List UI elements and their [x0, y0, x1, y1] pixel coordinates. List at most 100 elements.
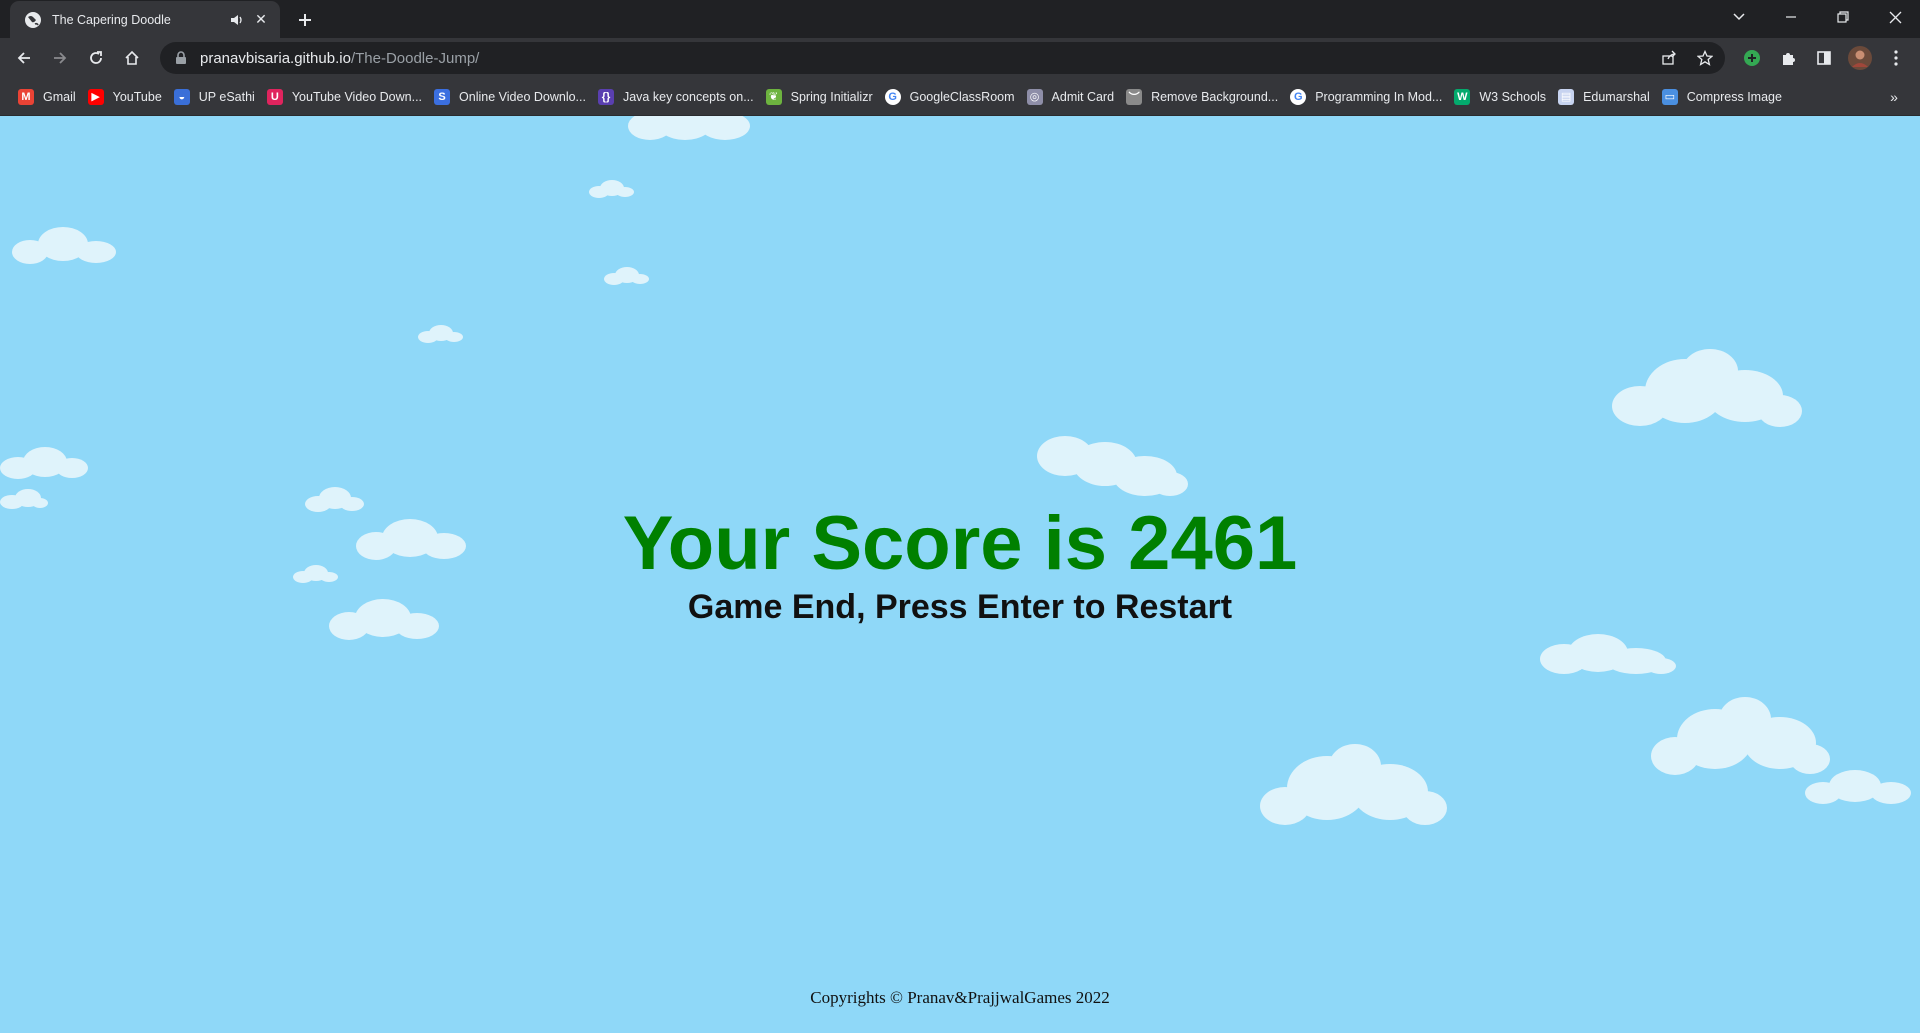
cloud-image: [12, 227, 116, 264]
bookmark-label: Spring Initializr: [790, 89, 873, 104]
restore-button[interactable]: [1818, 0, 1868, 34]
speaker-icon[interactable]: [228, 11, 246, 29]
bookmark-item[interactable]: ◒ UP eSathi: [170, 83, 263, 111]
cloud-image: [628, 116, 750, 140]
side-panel-button[interactable]: [1810, 44, 1838, 72]
bookmark-item[interactable]: W W3 Schools: [1450, 83, 1554, 111]
reload-button[interactable]: [82, 44, 110, 72]
bookmark-label: Programming In Mod...: [1315, 89, 1443, 104]
browser-toolbar: pranavbisaria.github.io/The-Doodle-Jump/: [0, 38, 1920, 78]
google-icon: G: [1290, 88, 1307, 105]
share-icon[interactable]: [1659, 48, 1679, 68]
green-plus-icon: [1744, 50, 1760, 66]
url-path: /The-Doodle-Jump/: [350, 49, 480, 67]
w3schools-icon: W: [1454, 88, 1471, 105]
remove-bg-icon: ︶: [1126, 88, 1143, 105]
bookmark-label: Edumarshal: [1583, 89, 1650, 104]
bookmark-label: YouTube Video Down...: [291, 89, 423, 104]
side-panel-icon: [1817, 51, 1831, 65]
active-tab[interactable]: The Capering Doodle ✕: [10, 1, 280, 38]
home-icon: [125, 50, 139, 65]
new-tab-button[interactable]: [292, 8, 318, 32]
bookmark-label: Remove Background...: [1151, 89, 1279, 104]
tab-search-button[interactable]: [1714, 0, 1764, 34]
cloud-image: [1037, 436, 1188, 496]
gmail-icon: M: [18, 88, 34, 105]
spring-icon: ❦: [765, 88, 782, 105]
address-bar[interactable]: pranavbisaria.github.io/The-Doodle-Jump/: [160, 42, 1725, 74]
bookmark-label: Compress Image: [1686, 89, 1782, 104]
download-icon: U: [266, 88, 283, 105]
bookmark-item[interactable]: {} Java key concepts on...: [594, 83, 762, 111]
score-heading: Your Score is 2461: [622, 501, 1298, 586]
forward-arrow-icon: [54, 52, 67, 64]
globe-icon: [25, 11, 41, 28]
chevron-down-icon: [1733, 13, 1745, 21]
minimize-button[interactable]: [1766, 0, 1816, 34]
lock-icon[interactable]: [174, 51, 188, 65]
url-text[interactable]: pranavbisaria.github.io/The-Doodle-Jump/: [200, 50, 479, 67]
reload-icon: [90, 51, 102, 64]
cloud-image: [1260, 744, 1447, 825]
bookmark-item[interactable]: ▭ Compress Image: [1658, 83, 1790, 111]
bookmark-item[interactable]: M Gmail: [14, 83, 84, 111]
s-icon: S: [434, 88, 451, 105]
close-window-button[interactable]: [1870, 0, 1920, 34]
cloud-image: [589, 180, 634, 198]
bookmark-label: Gmail: [43, 89, 76, 104]
avatar-icon: [1848, 46, 1872, 70]
cloud-image: [1540, 634, 1676, 674]
cloud-image: [0, 447, 88, 479]
plus-icon: [299, 14, 311, 26]
bookmarks-bar: M Gmail ▶ YouTube ◒ UP eSathi U YouTube Video D…: [0, 78, 1920, 116]
back-arrow-icon: [17, 52, 30, 64]
bookmark-label: Java key concepts on...: [622, 89, 754, 104]
extensions-button[interactable]: [1774, 44, 1802, 72]
java-icon: {}: [597, 88, 614, 105]
game-canvas[interactable]: Your Score is 2461 Game End, Press Enter…: [0, 116, 1920, 1033]
kebab-menu-icon: [1894, 50, 1898, 66]
upesathi-icon: ◒: [173, 88, 190, 105]
youtube-icon: ▶: [87, 88, 104, 105]
tab-title: The Capering Doodle: [52, 12, 171, 27]
extension-green-button[interactable]: [1738, 44, 1766, 72]
bookmark-star-icon[interactable]: [1695, 48, 1715, 68]
url-domain: pranavbisaria.github.io: [200, 49, 351, 67]
bookmark-label: Online Video Downlo...: [459, 89, 586, 104]
bookmark-label: GoogleClassRoom: [909, 89, 1015, 104]
bookmark-item[interactable]: G GoogleClassRoom: [881, 83, 1023, 111]
admit-card-icon: ◎: [1026, 88, 1043, 105]
bookmark-item[interactable]: ▤ Edumarshal: [1554, 83, 1658, 111]
page-icon: ▤: [1558, 88, 1575, 105]
cloud-image: [1805, 770, 1911, 804]
home-button[interactable]: [118, 44, 146, 72]
bookmark-item[interactable]: ▶ YouTube: [84, 83, 170, 111]
bookmark-label: UP eSathi: [198, 89, 255, 104]
forward-button[interactable]: [46, 44, 74, 72]
restart-instruction: Game End, Press Enter to Restart: [687, 588, 1233, 626]
bookmark-item[interactable]: ❦ Spring Initializr: [762, 83, 881, 111]
bookmark-item[interactable]: ︶ Remove Background...: [1122, 83, 1286, 111]
bookmark-item[interactable]: G Programming In Mod...: [1286, 83, 1450, 111]
chrome-menu-button[interactable]: [1882, 44, 1910, 72]
profile-avatar[interactable]: [1846, 44, 1874, 72]
restore-icon: [1837, 11, 1849, 23]
close-tab-icon[interactable]: ✕: [252, 11, 270, 29]
minimize-icon: [1786, 16, 1796, 18]
google-icon: G: [884, 88, 901, 105]
image-icon: ▭: [1661, 88, 1678, 105]
close-icon: [1889, 11, 1901, 23]
cloud-image: [604, 267, 649, 285]
bookmark-item[interactable]: ◎ Admit Card: [1023, 83, 1123, 111]
tab-strip: The Capering Doodle ✕: [0, 0, 1920, 38]
bookmark-item[interactable]: U YouTube Video Down...: [263, 83, 430, 111]
bookmark-label: Admit Card: [1051, 89, 1115, 104]
bookmark-label: W3 Schools: [1479, 89, 1547, 104]
back-button[interactable]: [10, 44, 38, 72]
cloud-image: [418, 325, 463, 343]
bookmark-item[interactable]: S Online Video Downlo...: [430, 83, 594, 111]
bookmark-label: YouTube: [112, 89, 162, 104]
puzzle-icon: [1783, 53, 1795, 65]
bookmarks-overflow-button[interactable]: »: [1880, 83, 1908, 111]
copyright-footer: Copyrights © Pranav&PrajjwalGames 2022: [810, 988, 1110, 1007]
